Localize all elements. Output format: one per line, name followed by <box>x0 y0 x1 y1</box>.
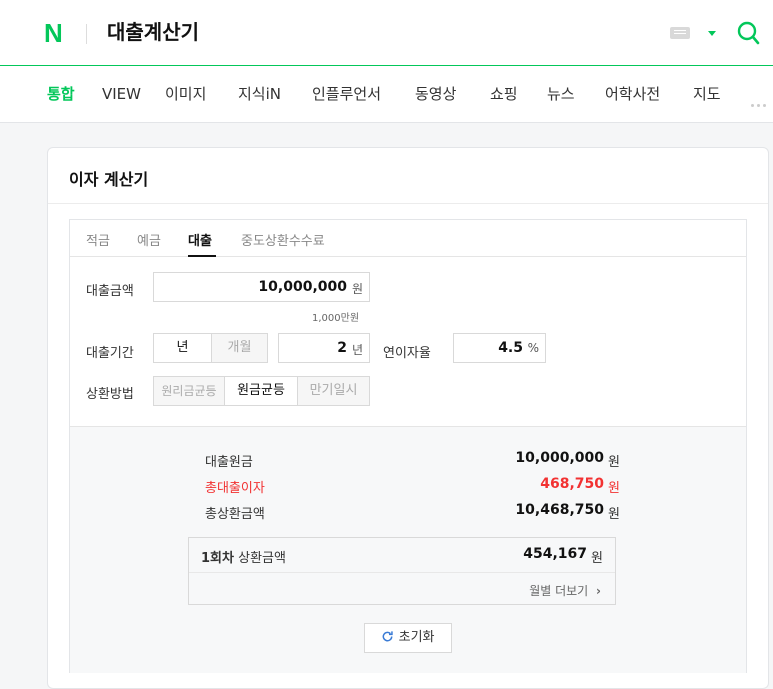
method-selector: 원리금균등 원금균등 만기일시 <box>153 376 370 406</box>
first-payment-round: 1회차 <box>201 551 234 566</box>
amount-value: 10,000,000 <box>258 279 347 295</box>
reset-label: 초기화 <box>398 630 435 645</box>
amount-input[interactable]: 10,000,000 원 <box>153 272 370 302</box>
rate-input[interactable]: 4.5 % <box>453 333 546 363</box>
more-tabs-icon[interactable] <box>751 92 769 111</box>
tab-influencer[interactable]: 인플루언서 <box>312 66 381 122</box>
principal-unit: 원 <box>608 455 620 470</box>
interest-unit: 원 <box>608 481 620 496</box>
interest-label: 총대출이자 <box>205 481 265 496</box>
calculator-panel: 적금 예금 대출 중도상환수수료 대출금액 10,000,000 원 1,000… <box>69 219 747 673</box>
first-payment-unit: 원 <box>591 551 603 566</box>
calculator-tabs: 적금 예금 대출 중도상환수수료 <box>70 220 746 257</box>
method-bullet[interactable]: 만기일시 <box>298 377 369 405</box>
keyboard-icon[interactable] <box>670 27 690 39</box>
period-month-button[interactable]: 개월 <box>212 334 267 362</box>
period-unit-toggle: 년 개월 <box>153 333 268 363</box>
search-tabs: 통합 VIEW 이미지 지식iN 인플루언서 동영상 쇼핑 뉴스 어학사전 지도 <box>0 66 773 123</box>
tab-video[interactable]: 동영상 <box>415 66 456 122</box>
rate-value: 4.5 <box>498 340 523 356</box>
naver-logo[interactable]: N <box>44 20 63 46</box>
first-payment-box: 1회차 상환금액 454,167 원 월별 더보기 › <box>188 537 616 605</box>
chevron-down-icon[interactable] <box>708 31 716 36</box>
tab-map[interactable]: 지도 <box>693 66 721 122</box>
amount-label: 대출금액 <box>86 284 134 299</box>
interest-value: 468,750 <box>540 476 604 492</box>
amount-unit: 원 <box>351 282 363 296</box>
chevron-right-icon: › <box>596 584 601 598</box>
first-payment-row: 1회차 상환금액 454,167 원 <box>189 538 615 573</box>
total-label: 총상환금액 <box>205 507 265 522</box>
monthly-more-link[interactable]: 월별 더보기 › <box>529 582 601 599</box>
reset-button[interactable]: 초기화 <box>364 623 452 653</box>
monthly-more-label: 월별 더보기 <box>529 584 589 598</box>
tab-shopping[interactable]: 쇼핑 <box>490 66 518 122</box>
total-unit: 원 <box>608 507 620 522</box>
period-label: 대출기간 <box>86 346 134 361</box>
rate-unit: % <box>527 341 539 355</box>
rate-label: 연이자율 <box>383 346 431 361</box>
tab-prepayment-fee[interactable]: 중도상환수수료 <box>241 230 325 249</box>
tab-kin[interactable]: 지식iN <box>238 66 281 122</box>
tab-dictionary[interactable]: 어학사전 <box>605 66 660 122</box>
period-year-button[interactable]: 년 <box>154 334 212 362</box>
tab-news[interactable]: 뉴스 <box>547 66 575 122</box>
first-payment-text: 상환금액 <box>238 551 286 566</box>
method-equal-payment[interactable]: 원리금균등 <box>154 377 225 405</box>
tab-deposit[interactable]: 예금 <box>137 230 161 249</box>
search-header: N 대출계산기 <box>0 0 773 66</box>
period-value: 2 <box>337 340 347 356</box>
card-title: 이자 계산기 <box>69 170 149 189</box>
active-tab-indicator <box>188 255 216 257</box>
period-input[interactable]: 2 년 <box>278 333 370 363</box>
logo-divider <box>86 24 87 44</box>
tab-view[interactable]: VIEW <box>102 66 141 122</box>
first-payment-value: 454,167 <box>523 546 587 562</box>
amount-hint: 1,000만원 <box>312 313 360 324</box>
total-value: 10,468,750 <box>515 502 604 518</box>
tab-loan[interactable]: 대출 <box>188 230 212 249</box>
method-equal-principal[interactable]: 원금균등 <box>225 377 298 405</box>
principal-value: 10,000,000 <box>515 450 604 466</box>
search-icon[interactable] <box>736 19 760 47</box>
period-unit: 년 <box>351 343 363 357</box>
divider <box>48 203 768 204</box>
tab-all[interactable]: 통합 <box>47 66 75 122</box>
tab-images[interactable]: 이미지 <box>165 66 206 122</box>
first-payment-label: 1회차 상환금액 <box>201 547 286 566</box>
refresh-icon <box>383 631 394 642</box>
tab-savings[interactable]: 적금 <box>86 230 110 249</box>
method-label: 상환방법 <box>86 387 134 402</box>
principal-label: 대출원금 <box>205 455 253 470</box>
search-query-input[interactable]: 대출계산기 <box>107 18 199 46</box>
result-panel: 대출원금 10,000,000 원 총대출이자 468,750 원 총상환금액 … <box>70 426 746 673</box>
interest-calculator-card: 이자 계산기 적금 예금 대출 중도상환수수료 대출금액 10,000,000 … <box>47 147 769 689</box>
